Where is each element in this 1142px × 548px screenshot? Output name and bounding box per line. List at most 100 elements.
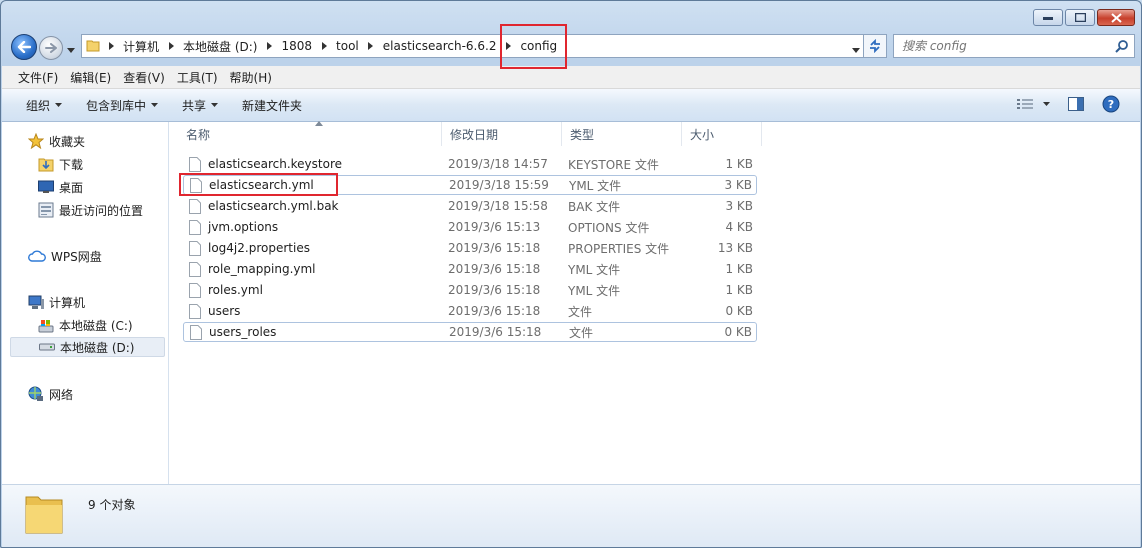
- star-icon: [28, 133, 44, 149]
- refresh-icon: [870, 39, 880, 53]
- nav-desktop[interactable]: 桌面: [38, 177, 83, 197]
- table-row[interactable]: users 2019/3/6 15:18 文件 0 KB: [183, 301, 757, 321]
- command-bar: 组织 包含到库中 共享 新建文件夹 ?: [2, 89, 1140, 122]
- address-bar[interactable]: 计算机 本地磁盘 (D:) 1808 tool elasticsearch-6.…: [81, 34, 865, 58]
- menu-tools[interactable]: 工具(T): [171, 69, 224, 86]
- breadcrumb-separator-icon[interactable]: [501, 42, 515, 50]
- file-name: users: [208, 304, 241, 318]
- nav-drive-d[interactable]: 本地磁盘 (D:): [10, 337, 165, 357]
- breadcrumb-separator-icon[interactable]: [364, 42, 378, 50]
- column-header-modified[interactable]: 修改日期: [442, 122, 562, 146]
- search-icon[interactable]: [1115, 40, 1128, 56]
- nav-recent-places[interactable]: 最近访问的位置: [38, 200, 143, 220]
- refresh-button[interactable]: [863, 34, 887, 58]
- table-row[interactable]: log4j2.properties 2019/3/6 15:18 PROPERT…: [183, 238, 757, 258]
- breadcrumb-drive-d[interactable]: 本地磁盘 (D:): [178, 38, 262, 55]
- file-name: elasticsearch.yml.bak: [208, 199, 339, 213]
- table-row[interactable]: elasticsearch.keystore 2019/3/18 14:57 K…: [183, 154, 757, 174]
- file-type: YML 文件: [569, 178, 622, 193]
- column-header-type[interactable]: 类型: [562, 122, 682, 146]
- column-modified-label: 修改日期: [450, 127, 499, 142]
- file-size: 3 KB: [725, 199, 753, 213]
- file-modified: 2019/3/6 15:18: [448, 304, 541, 318]
- file-name: role_mapping.yml: [208, 262, 316, 276]
- recent-places-icon: [38, 202, 54, 218]
- table-row[interactable]: elasticsearch.yml.bak 2019/3/18 15:58 BA…: [183, 196, 757, 216]
- organize-label: 组织: [26, 98, 51, 113]
- address-dropdown[interactable]: [852, 42, 860, 56]
- column-name-label: 名称: [186, 127, 211, 142]
- arrow-right-icon: [45, 43, 57, 53]
- file-modified: 2019/3/6 15:18: [448, 241, 541, 255]
- back-button[interactable]: [11, 34, 37, 60]
- preview-pane-icon[interactable]: [1068, 97, 1084, 111]
- nav-wps-cloud[interactable]: WPS网盘: [28, 246, 102, 266]
- svg-text:?: ?: [1108, 98, 1114, 111]
- share-label: 共享: [182, 98, 207, 113]
- breadcrumb-tool[interactable]: tool: [331, 39, 364, 53]
- table-row[interactable]: roles.yml 2019/3/6 15:18 YML 文件 1 KB: [183, 280, 757, 300]
- breadcrumb-separator-icon[interactable]: [164, 42, 178, 50]
- new-folder-button[interactable]: 新建文件夹: [230, 97, 314, 114]
- nav-downloads[interactable]: 下载: [38, 154, 83, 174]
- drive-icon: [39, 343, 55, 351]
- search-input[interactable]: [894, 38, 1104, 54]
- menu-file[interactable]: 文件(F): [2, 69, 64, 86]
- menu-edit[interactable]: 编辑(E): [64, 69, 117, 86]
- file-name: elasticsearch.yml: [209, 178, 314, 192]
- breadcrumb-separator-icon[interactable]: [262, 42, 276, 50]
- breadcrumb-1808[interactable]: 1808: [276, 39, 317, 53]
- menu-view[interactable]: 查看(V): [117, 69, 171, 86]
- arrow-left-icon: [17, 41, 31, 53]
- file-type: YML 文件: [568, 262, 621, 277]
- navigation-row: 计算机 本地磁盘 (D:) 1808 tool elasticsearch-6.…: [9, 32, 1135, 60]
- table-row[interactable]: role_mapping.yml 2019/3/6 15:18 YML 文件 1…: [183, 259, 757, 279]
- file-type: PROPERTIES 文件: [568, 241, 670, 256]
- file-name: elasticsearch.keystore: [208, 157, 342, 171]
- network-icon: [28, 386, 43, 401]
- nav-favorites[interactable]: 收藏夹: [28, 131, 85, 151]
- breadcrumb-config[interactable]: config: [515, 39, 562, 53]
- share-button[interactable]: 共享: [170, 97, 230, 114]
- forward-button[interactable]: [39, 36, 63, 60]
- breadcrumb-separator-icon[interactable]: [317, 42, 331, 50]
- nav-network[interactable]: 网络: [28, 384, 73, 404]
- help-icon[interactable]: ?: [1102, 95, 1120, 113]
- column-header-name[interactable]: 名称: [178, 121, 442, 146]
- item-count: 9 个对象: [88, 498, 136, 512]
- menu-bar: 文件(F) 编辑(E) 查看(V) 工具(T) 帮助(H): [2, 66, 1140, 89]
- file-type: BAK 文件: [568, 199, 621, 214]
- file-size: 1 KB: [725, 262, 753, 276]
- chevron-down-icon: [55, 103, 63, 107]
- table-row[interactable]: elasticsearch.yml 2019/3/18 15:59 YML 文件…: [183, 175, 757, 195]
- menu-help[interactable]: 帮助(H): [224, 69, 278, 86]
- chevron-down-icon: [1043, 102, 1050, 106]
- change-view-button[interactable]: [1017, 98, 1050, 110]
- recent-pages-dropdown[interactable]: [67, 42, 75, 56]
- nav-computer-label: 计算机: [49, 295, 86, 310]
- nav-drive-c[interactable]: 本地磁盘 (C:): [38, 315, 133, 335]
- file-type: KEYSTORE 文件: [568, 157, 659, 172]
- nav-drive-c-label: 本地磁盘 (C:): [59, 318, 133, 333]
- file-name: roles.yml: [208, 283, 263, 297]
- file-modified: 2019/3/6 15:18: [448, 262, 541, 276]
- file-modified: 2019/3/6 15:18: [449, 325, 542, 339]
- maximize-icon: [1074, 13, 1086, 22]
- organize-button[interactable]: 组织: [2, 97, 74, 114]
- close-button[interactable]: [1097, 9, 1135, 26]
- nav-computer[interactable]: 计算机: [28, 292, 85, 312]
- maximize-button[interactable]: [1065, 9, 1095, 26]
- breadcrumb-computer[interactable]: 计算机: [118, 38, 164, 55]
- column-size-label: 大小: [690, 127, 715, 142]
- search-box: [893, 34, 1135, 58]
- table-row[interactable]: jvm.options 2019/3/6 15:13 OPTIONS 文件 4 …: [183, 217, 757, 237]
- column-header-size[interactable]: 大小: [682, 122, 762, 146]
- table-row[interactable]: users_roles 2019/3/6 15:18 文件 0 KB: [183, 322, 757, 342]
- minimize-button[interactable]: [1033, 9, 1063, 26]
- new-folder-label: 新建文件夹: [242, 98, 303, 113]
- include-in-library-button[interactable]: 包含到库中: [74, 97, 170, 114]
- breadcrumb-elasticsearch[interactable]: elasticsearch-6.6.2: [378, 39, 502, 53]
- breadcrumb-separator-icon[interactable]: [104, 42, 118, 50]
- nav-wps-cloud-label: WPS网盘: [51, 249, 102, 264]
- file-size: 0 KB: [725, 304, 753, 318]
